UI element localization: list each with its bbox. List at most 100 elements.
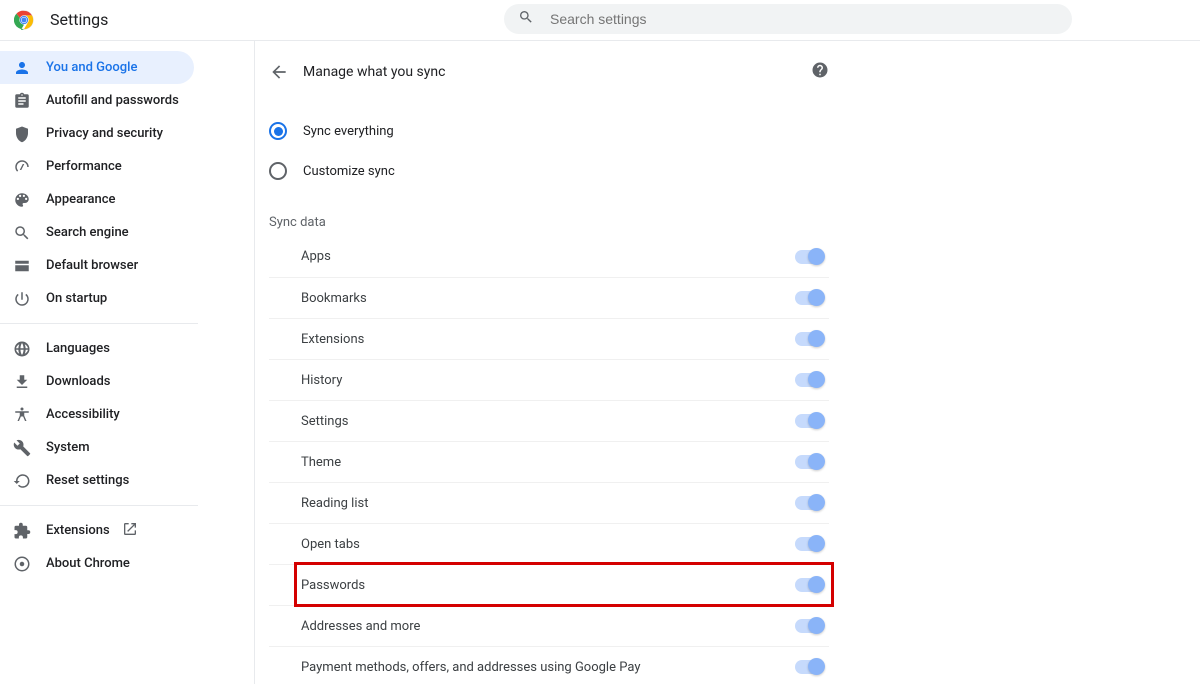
- nav-label: About Chrome: [46, 556, 130, 571]
- clipboard-icon: [12, 92, 32, 110]
- radio-icon: [269, 122, 287, 140]
- nav-label: Performance: [46, 159, 122, 174]
- toggle-switch[interactable]: [795, 414, 823, 428]
- sync-row-passwords: Passwords: [269, 564, 829, 605]
- sidebar-item-system[interactable]: System: [0, 431, 194, 464]
- nav-label: Languages: [46, 341, 110, 356]
- person-icon: [12, 59, 32, 77]
- shield-icon: [12, 125, 32, 143]
- nav-label: On startup: [46, 291, 107, 306]
- sidebar-item-downloads[interactable]: Downloads: [0, 365, 194, 398]
- radio-customize-sync[interactable]: Customize sync: [269, 151, 829, 191]
- sync-row-label: Passwords: [301, 578, 795, 593]
- toggle-switch[interactable]: [795, 578, 823, 592]
- sidebar-item-performance[interactable]: Performance: [0, 150, 194, 183]
- toggle-switch[interactable]: [795, 250, 823, 264]
- sync-row-addresses-and-more: Addresses and more: [269, 605, 829, 646]
- radio-icon: [269, 162, 287, 180]
- sidebar: You and Google Autofill and passwords Pr…: [0, 41, 254, 684]
- separator: [0, 505, 198, 506]
- sidebar-item-privacy[interactable]: Privacy and security: [0, 117, 194, 150]
- back-button[interactable]: [269, 62, 289, 82]
- radio-label: Sync everything: [303, 124, 394, 139]
- sidebar-item-about[interactable]: About Chrome: [0, 547, 194, 580]
- sync-row-label: Open tabs: [301, 537, 795, 552]
- section-title: Manage what you sync: [303, 64, 811, 80]
- nav-label: Downloads: [46, 374, 110, 389]
- sync-row-open-tabs: Open tabs: [269, 523, 829, 564]
- toggle-switch[interactable]: [795, 537, 823, 551]
- search-input[interactable]: [550, 11, 1058, 27]
- sync-row-reading-list: Reading list: [269, 482, 829, 523]
- toggle-switch[interactable]: [795, 455, 823, 469]
- window-icon: [12, 257, 32, 275]
- nav-label: Accessibility: [46, 407, 120, 422]
- nav-label: Search engine: [46, 225, 129, 240]
- sync-row-theme: Theme: [269, 441, 829, 482]
- sync-row-label: Extensions: [301, 332, 795, 347]
- chrome-logo-icon: [14, 10, 34, 30]
- sync-row-label: Theme: [301, 455, 795, 470]
- speedometer-icon: [12, 158, 32, 176]
- sidebar-item-reset[interactable]: Reset settings: [0, 464, 194, 497]
- toggle-switch[interactable]: [795, 373, 823, 387]
- sync-row-label: Addresses and more: [301, 619, 795, 634]
- sidebar-item-appearance[interactable]: Appearance: [0, 183, 194, 216]
- sync-row-payment-methods-offers-and-addresses-using-google-pay: Payment methods, offers, and addresses u…: [269, 646, 829, 684]
- nav-label: Autofill and passwords: [46, 93, 179, 108]
- restore-icon: [12, 472, 32, 490]
- toggle-switch[interactable]: [795, 291, 823, 305]
- search-settings[interactable]: [504, 4, 1072, 34]
- search-icon: [518, 9, 550, 29]
- sidebar-item-languages[interactable]: Languages: [0, 332, 194, 365]
- nav-label: Privacy and security: [46, 126, 163, 141]
- toggle-switch[interactable]: [795, 619, 823, 633]
- sidebar-item-you-and-google[interactable]: You and Google: [0, 51, 194, 84]
- nav-label: You and Google: [46, 60, 137, 75]
- extension-icon: [12, 522, 32, 540]
- palette-icon: [12, 191, 32, 209]
- toggle-switch[interactable]: [795, 496, 823, 510]
- nav-label: Appearance: [46, 192, 115, 207]
- nav-label: Extensions: [46, 523, 110, 538]
- open-in-new-icon: [122, 521, 138, 541]
- sync-row-label: Reading list: [301, 496, 795, 511]
- toggle-switch[interactable]: [795, 332, 823, 346]
- sidebar-item-autofill[interactable]: Autofill and passwords: [0, 84, 194, 117]
- sidebar-item-extensions[interactable]: Extensions: [0, 514, 194, 547]
- top-bar: Settings: [0, 0, 1200, 40]
- sync-row-label: Payment methods, offers, and addresses u…: [301, 660, 795, 675]
- nav-label: Default browser: [46, 258, 138, 273]
- sidebar-item-accessibility[interactable]: Accessibility: [0, 398, 194, 431]
- sync-row-label: History: [301, 373, 795, 388]
- sync-data-list: Apps Bookmarks Extensions History Settings Th…: [269, 236, 829, 684]
- sync-row-apps: Apps: [269, 236, 829, 277]
- radio-label: Customize sync: [303, 164, 395, 179]
- sidebar-item-default-browser[interactable]: Default browser: [0, 249, 194, 282]
- page-title: Settings: [50, 10, 108, 29]
- sync-row-label: Settings: [301, 414, 795, 429]
- sync-row-label: Apps: [301, 249, 795, 264]
- magnify-icon: [12, 224, 32, 242]
- download-icon: [12, 373, 32, 391]
- sync-row-extensions: Extensions: [269, 318, 829, 359]
- sidebar-item-on-startup[interactable]: On startup: [0, 282, 194, 315]
- sync-mode-radio-group: Sync everything Customize sync: [269, 111, 829, 191]
- sidebar-item-search-engine[interactable]: Search engine: [0, 216, 194, 249]
- sync-row-settings: Settings: [269, 400, 829, 441]
- sync-row-label: Bookmarks: [301, 291, 795, 306]
- section-label: Sync data: [269, 215, 829, 230]
- chrome-outline-icon: [12, 555, 32, 573]
- toggle-switch[interactable]: [795, 660, 823, 674]
- help-button[interactable]: [811, 61, 829, 83]
- separator: [0, 323, 198, 324]
- nav-label: System: [46, 440, 90, 455]
- sync-row-history: History: [269, 359, 829, 400]
- radio-sync-everything[interactable]: Sync everything: [269, 111, 829, 151]
- wrench-icon: [12, 439, 32, 457]
- globe-icon: [12, 340, 32, 358]
- main-panel: Manage what you sync Sync everything Cus…: [254, 41, 1200, 684]
- power-icon: [12, 290, 32, 308]
- accessibility-icon: [12, 406, 32, 424]
- sync-row-bookmarks: Bookmarks: [269, 277, 829, 318]
